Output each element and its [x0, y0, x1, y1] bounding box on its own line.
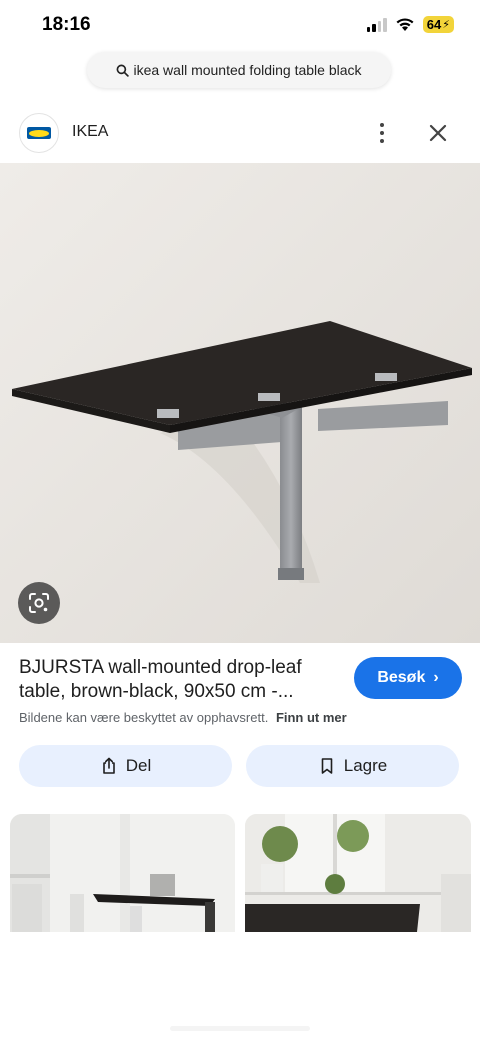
close-icon[interactable]: [425, 120, 451, 146]
share-label: Del: [125, 756, 152, 775]
related-image-1[interactable]: [10, 814, 235, 932]
google-lens-icon: [29, 593, 49, 613]
search-query-text: ikea wall mounted folding table black: [133, 62, 362, 78]
share-icon: [102, 757, 115, 774]
chevron-right-icon: ›: [433, 669, 439, 686]
save-label: Lagre: [343, 756, 388, 775]
status-bar: 18:16 64 ⚡: [0, 0, 480, 52]
visit-button[interactable]: Besøk ›: [354, 657, 462, 699]
status-icons: 64 ⚡: [366, 16, 454, 33]
ikea-logo-icon: [27, 127, 51, 139]
search-query-pill[interactable]: ikea wall mounted folding table black: [87, 52, 391, 88]
lens-search-button[interactable]: [18, 582, 60, 624]
product-image[interactable]: [0, 163, 480, 643]
source-name[interactable]: IKEA: [72, 123, 108, 141]
source-logo[interactable]: [19, 113, 59, 153]
home-indicator: [170, 1026, 310, 1031]
visit-label: Besøk: [377, 669, 426, 686]
charging-icon: ⚡: [442, 19, 450, 31]
battery-level: 64: [426, 17, 442, 32]
copyright-notice: Bildene kan være beskyttet av opphavsret…: [19, 710, 347, 725]
learn-more-link[interactable]: Finn ut mer: [276, 710, 347, 725]
source-header: IKEA: [0, 110, 480, 156]
battery-indicator: 64 ⚡: [422, 16, 454, 33]
save-button[interactable]: Lagre: [246, 745, 459, 787]
cellular-signal-icon: [366, 17, 387, 32]
product-title[interactable]: BJURSTA wall-mounted drop-leaf table, br…: [19, 656, 339, 704]
wifi-icon: [396, 18, 414, 31]
related-image-2[interactable]: [245, 814, 471, 932]
share-button[interactable]: Del: [19, 745, 232, 787]
more-vert-icon[interactable]: [372, 121, 392, 145]
status-time: 18:16: [42, 14, 91, 35]
bookmark-icon: [321, 758, 333, 774]
copyright-text: Bildene kan være beskyttet av opphavsret…: [19, 710, 269, 725]
search-icon: [117, 64, 130, 77]
